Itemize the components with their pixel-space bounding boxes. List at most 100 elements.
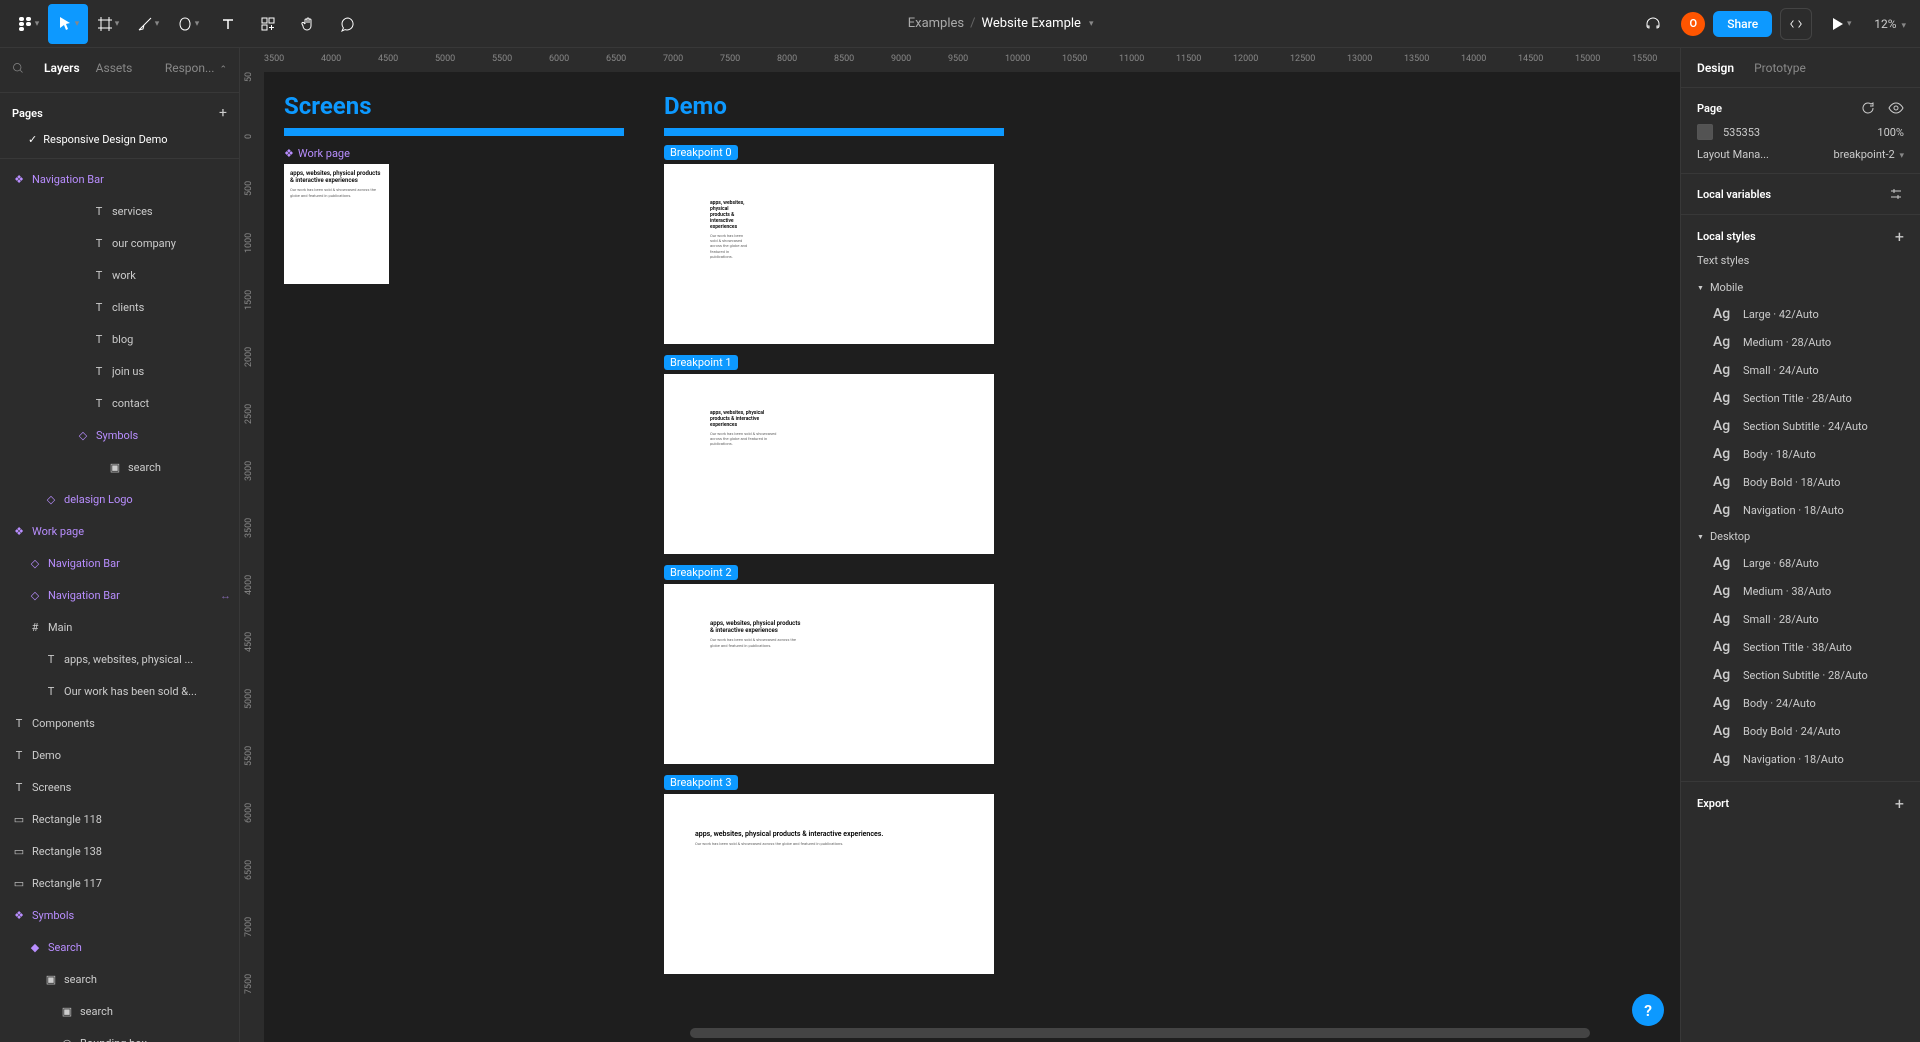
help-button[interactable]: ? xyxy=(1632,994,1664,1026)
tab-design[interactable]: Design xyxy=(1697,61,1734,75)
shape-tool-button[interactable]: ▾ xyxy=(168,4,208,44)
text-style-item[interactable]: AgMedium · 28/Auto xyxy=(1681,328,1920,356)
layer-row[interactable]: ▭Rectangle 138 xyxy=(0,835,239,867)
layer-row[interactable]: TComponents xyxy=(0,707,239,739)
frame-label-breakpoint-2[interactable]: Breakpoint 2 xyxy=(664,565,738,580)
text-style-item[interactable]: AgBody · 18/Auto xyxy=(1681,440,1920,468)
text-style-item[interactable]: AgSection Title · 38/Auto xyxy=(1681,633,1920,661)
layer-row[interactable]: Tapps, websites, physical ... xyxy=(0,643,239,675)
pen-tool-button[interactable]: ▾ xyxy=(128,4,168,44)
color-opacity[interactable]: 100% xyxy=(1877,126,1904,139)
canvas[interactable]: Screens ❖ Work page apps, websites, phys… xyxy=(264,72,1680,1022)
demo-frame-3[interactable]: apps, websites, physical products & inte… xyxy=(664,794,994,974)
add-export-button[interactable]: + xyxy=(1895,794,1904,813)
text-style-item[interactable]: AgBody Bold · 18/Auto xyxy=(1681,468,1920,496)
breadcrumb-parent[interactable]: Examples xyxy=(908,16,964,31)
eye-icon[interactable] xyxy=(1888,100,1904,116)
layer-row[interactable]: ▭Rectangle 117 xyxy=(0,867,239,899)
demo-frame-2[interactable]: apps, websites, physical products & inte… xyxy=(664,584,994,764)
frame-label-breakpoint-3[interactable]: Breakpoint 3 xyxy=(664,775,738,790)
layout-value[interactable]: breakpoint-2 ▾ xyxy=(1834,148,1904,161)
tab-assets[interactable]: Assets xyxy=(96,61,133,75)
layer-row[interactable]: ◆Search xyxy=(0,931,239,963)
main-menu-button[interactable]: ▾ xyxy=(8,4,48,44)
demo-frame-0[interactable]: apps, websites, physical products & inte… xyxy=(664,164,994,344)
frame-label-breakpoint-1[interactable]: Breakpoint 1 xyxy=(664,355,738,370)
artboard-work-page[interactable]: apps, websites, physical products & inte… xyxy=(284,164,389,284)
layer-row[interactable]: ◇Navigation Bar xyxy=(0,547,239,579)
text-style-item[interactable]: AgSection Title · 28/Auto xyxy=(1681,384,1920,412)
tab-prototype[interactable]: Prototype xyxy=(1754,61,1806,75)
share-button[interactable]: Share xyxy=(1713,11,1772,37)
resize-icon[interactable]: ↔ xyxy=(220,589,231,602)
layer-row[interactable]: Tblog xyxy=(0,323,239,355)
color-hex[interactable]: 535353 xyxy=(1723,126,1760,139)
layer-row[interactable]: Tcontact xyxy=(0,387,239,419)
breadcrumb-current[interactable]: Website Example xyxy=(982,16,1081,31)
layer-row[interactable]: ◇delasign Logo xyxy=(0,483,239,515)
add-style-button[interactable]: + xyxy=(1895,227,1904,246)
chevron-down-icon[interactable]: ▾ xyxy=(1089,19,1094,29)
settings-icon[interactable] xyxy=(1888,186,1904,202)
move-tool-button[interactable]: ▾ xyxy=(48,4,88,44)
frame-label-breakpoint-0[interactable]: Breakpoint 0 xyxy=(664,145,738,160)
layer-row[interactable]: TOur work has been sold &... xyxy=(0,675,239,707)
layer-row[interactable]: ❖Navigation Bar xyxy=(0,163,239,195)
frame-tool-button[interactable]: ▾ xyxy=(88,4,128,44)
layer-row[interactable]: #Main xyxy=(0,611,239,643)
section-bar-demo[interactable] xyxy=(664,128,1004,136)
layer-row[interactable]: Tservices xyxy=(0,195,239,227)
layer-row[interactable]: ▭Rectangle 118 xyxy=(0,803,239,835)
canvas-area[interactable]: 3500400045005000550060006500700075008000… xyxy=(240,48,1680,1042)
tab-layers[interactable]: Layers xyxy=(44,61,80,75)
style-group-desktop[interactable]: ▼ Desktop xyxy=(1681,524,1920,549)
hand-tool-button[interactable] xyxy=(288,4,328,44)
text-style-item[interactable]: AgLarge · 42/Auto xyxy=(1681,300,1920,328)
layer-row[interactable]: Tjoin us xyxy=(0,355,239,387)
horizontal-scrollbar[interactable] xyxy=(690,1028,1590,1038)
section-label-screens[interactable]: Screens xyxy=(284,92,372,120)
layer-row[interactable]: Tour company xyxy=(0,227,239,259)
text-style-item[interactable]: AgSection Subtitle · 24/Auto xyxy=(1681,412,1920,440)
text-style-item[interactable]: AgBody Bold · 24/Auto xyxy=(1681,717,1920,745)
frame-label-work-page[interactable]: ❖ Work page xyxy=(284,147,350,160)
resource-tool-button[interactable] xyxy=(248,4,288,44)
audio-button[interactable] xyxy=(1633,4,1673,44)
layer-row[interactable]: ◇Symbols xyxy=(0,419,239,451)
layer-row[interactable]: ❖Symbols xyxy=(0,899,239,931)
dev-mode-button[interactable] xyxy=(1780,8,1812,40)
color-swatch[interactable] xyxy=(1697,124,1713,140)
section-bar-screens[interactable] xyxy=(284,128,624,136)
layer-row[interactable]: TDemo xyxy=(0,739,239,771)
text-tool-button[interactable] xyxy=(208,4,248,44)
layer-row[interactable]: ▣search xyxy=(0,451,239,483)
page-selector[interactable]: Respon... ⌃ xyxy=(165,61,227,75)
layer-row[interactable]: ▣search xyxy=(0,963,239,995)
text-style-item[interactable]: AgNavigation · 18/Auto xyxy=(1681,496,1920,524)
user-avatar[interactable]: O xyxy=(1681,12,1705,36)
text-style-item[interactable]: AgMedium · 38/Auto xyxy=(1681,577,1920,605)
layer-row[interactable]: ❖Work page xyxy=(0,515,239,547)
section-label-demo[interactable]: Demo xyxy=(664,92,727,120)
text-style-item[interactable]: AgSmall · 24/Auto xyxy=(1681,356,1920,384)
layer-row[interactable]: Tclients xyxy=(0,291,239,323)
text-style-item[interactable]: AgLarge · 68/Auto xyxy=(1681,549,1920,577)
present-button[interactable]: ▾ xyxy=(1820,4,1860,44)
rotate-icon[interactable] xyxy=(1860,100,1876,116)
text-style-item[interactable]: AgBody · 24/Auto xyxy=(1681,689,1920,717)
layer-row[interactable]: ▣search xyxy=(0,995,239,1027)
layer-row[interactable]: ◇Navigation Bar↔ xyxy=(0,579,239,611)
comment-tool-button[interactable] xyxy=(328,4,368,44)
text-style-item[interactable]: AgSmall · 28/Auto xyxy=(1681,605,1920,633)
layer-row[interactable]: Twork xyxy=(0,259,239,291)
demo-frame-1[interactable]: apps, websites, physical products & inte… xyxy=(664,374,994,554)
add-page-button[interactable]: + xyxy=(219,105,227,121)
layer-row[interactable]: ◎Bounding box xyxy=(0,1027,239,1042)
style-group-mobile[interactable]: ▼ Mobile xyxy=(1681,275,1920,300)
search-icon[interactable] xyxy=(12,62,24,74)
text-style-item[interactable]: AgSection Subtitle · 28/Auto xyxy=(1681,661,1920,689)
zoom-control[interactable]: 12% ▾ xyxy=(1868,17,1912,31)
text-style-item[interactable]: AgNavigation · 18/Auto xyxy=(1681,745,1920,773)
page-item[interactable]: ✓ Responsive Design Demo xyxy=(0,129,239,154)
layer-row[interactable]: TScreens xyxy=(0,771,239,803)
